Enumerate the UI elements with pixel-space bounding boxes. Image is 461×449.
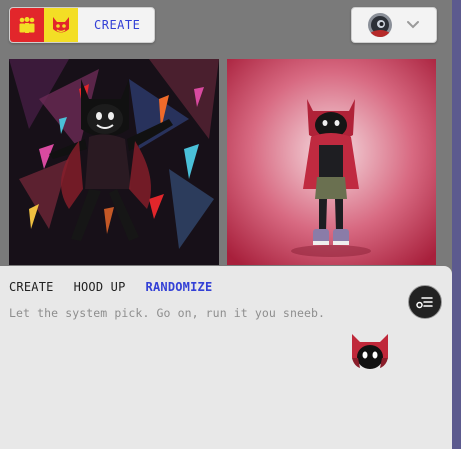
window-edge-strip <box>452 0 461 449</box>
tab-hood-up[interactable]: HOOD UP <box>74 280 126 294</box>
hint-text: Let the system pick. Go on, run it you s… <box>9 306 326 320</box>
toolbar-group: CREATE <box>9 7 155 43</box>
cat-mask-button[interactable] <box>44 8 78 42</box>
avatar <box>368 13 392 37</box>
gallery-image-left[interactable] <box>9 59 219 265</box>
profile-menu-button[interactable] <box>351 7 437 43</box>
bottom-panel: CREATE HOOD UP RANDOMIZE Let the system … <box>0 266 452 449</box>
gallery-image-right[interactable] <box>227 59 436 265</box>
cat-mask-icon <box>53 17 69 33</box>
create-button[interactable]: CREATE <box>78 18 140 32</box>
options-icon <box>416 297 433 309</box>
mode-tabs: CREATE HOOD UP RANDOMIZE <box>9 280 232 294</box>
hood-mascot-icon <box>352 334 388 369</box>
tab-create[interactable]: CREATE <box>9 280 54 294</box>
hooded-character-shatter-art <box>9 59 219 265</box>
people-icon <box>19 17 35 33</box>
hooded-character-red-backdrop <box>227 59 436 265</box>
tab-randomize[interactable]: RANDOMIZE <box>146 280 213 294</box>
chevron-down-icon <box>407 21 419 29</box>
people-button[interactable] <box>10 8 44 42</box>
options-button[interactable] <box>408 285 442 319</box>
